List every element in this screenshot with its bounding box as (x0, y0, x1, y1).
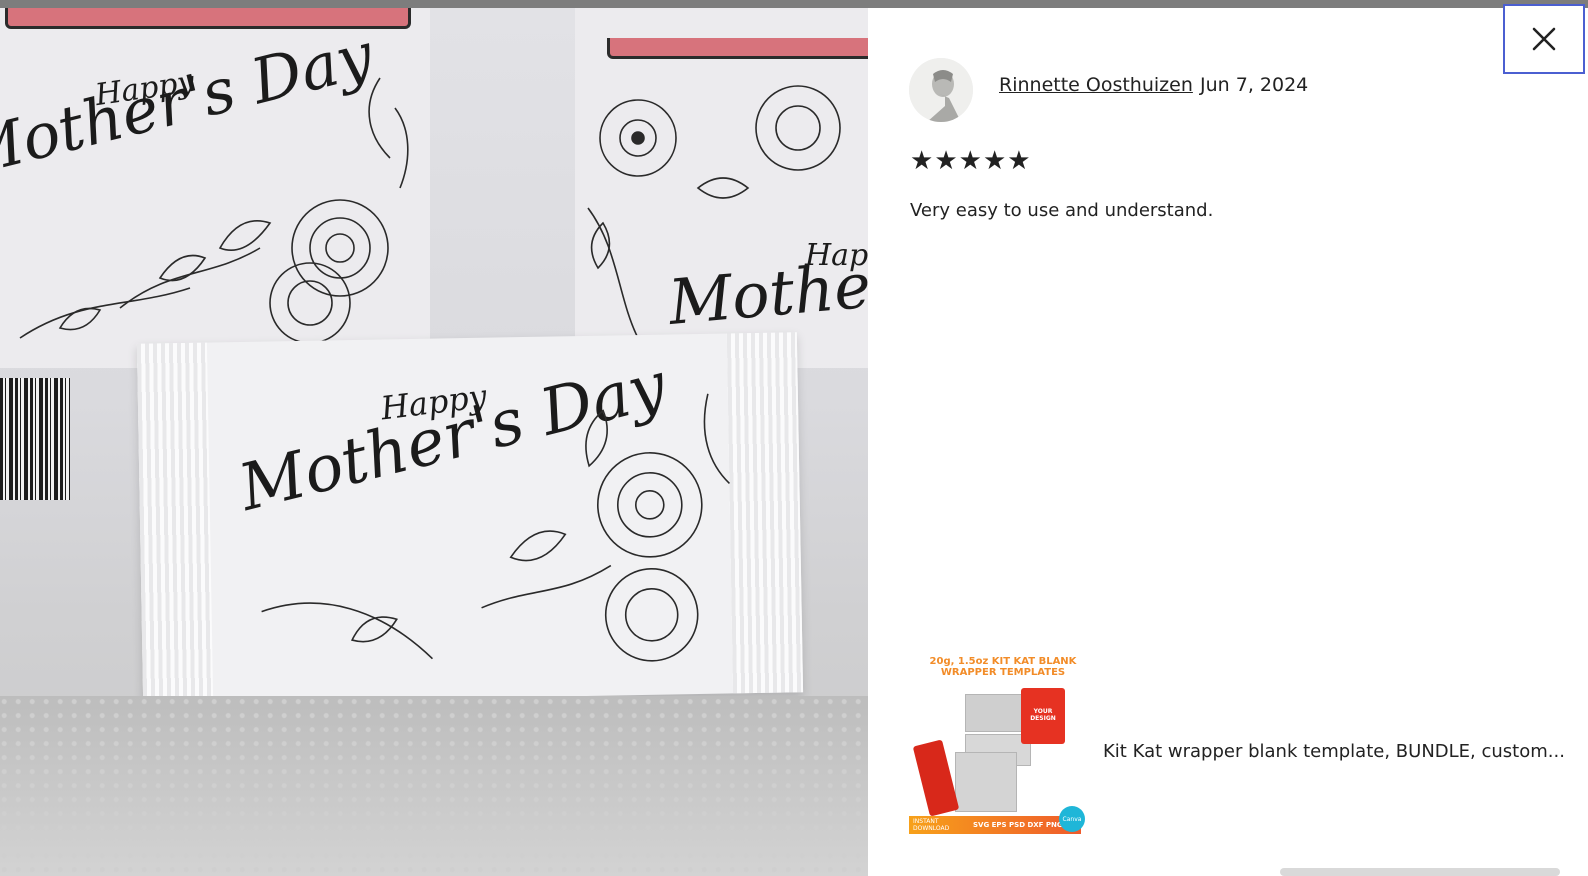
product-thumbnail[interactable]: 20g, 1.5oz KIT KAT BLANK WRAPPER TEMPLAT… (909, 656, 1097, 842)
thumb-title: 20g, 1.5oz KIT KAT BLANK WRAPPER TEMPLAT… (929, 656, 1077, 678)
reviewer-avatar (909, 58, 973, 122)
review-date: Jun 7, 2024 (1200, 74, 1309, 96)
thumb-download: INSTANT DOWNLOAD (913, 818, 950, 832)
scrollbar-thumb[interactable] (1280, 868, 1560, 876)
star-icon: ★ (982, 146, 1007, 176)
star-icon: ★ (910, 146, 934, 176)
reviewer-name-link[interactable]: Rinnette Oosthuizen (999, 74, 1193, 96)
review-photo: Happy Mother's Day Happy Mother's Day Ha… (0, 8, 868, 876)
thumb-badge: YOUR DESIGN (1030, 708, 1056, 722)
star-icon: ★ (934, 146, 958, 176)
wrapper-floral-art (261, 393, 730, 662)
star-icon: ★ (958, 146, 982, 176)
red-wrapper-left (912, 739, 960, 817)
template-sheet-bottom (955, 752, 1017, 812)
top-strip (0, 0, 1588, 8)
thumb-formats: SVG EPS PSD DXF PNG (973, 821, 1063, 829)
close-button[interactable] (1503, 4, 1585, 74)
floral-art-right (587, 85, 841, 339)
review-text: Very easy to use and understand. (910, 200, 1214, 221)
floral-art-left (19, 77, 409, 344)
canva-badge: Canva (1059, 806, 1085, 832)
star-rating: ★ ★ ★ ★ ★ (910, 148, 1031, 174)
barcode (0, 378, 70, 500)
star-icon: ★ (1007, 146, 1031, 176)
product-title-link[interactable]: Kit Kat wrapper blank template, BUNDLE, … (1103, 741, 1573, 762)
towel-surface (0, 696, 868, 876)
user-silhouette-icon (909, 58, 973, 122)
close-icon (1532, 27, 1556, 51)
wrapper-crimp-left (136, 342, 214, 704)
pink-tab-right (607, 38, 868, 59)
candy-bar-wrapper: Happy Mother's Day (136, 332, 804, 704)
